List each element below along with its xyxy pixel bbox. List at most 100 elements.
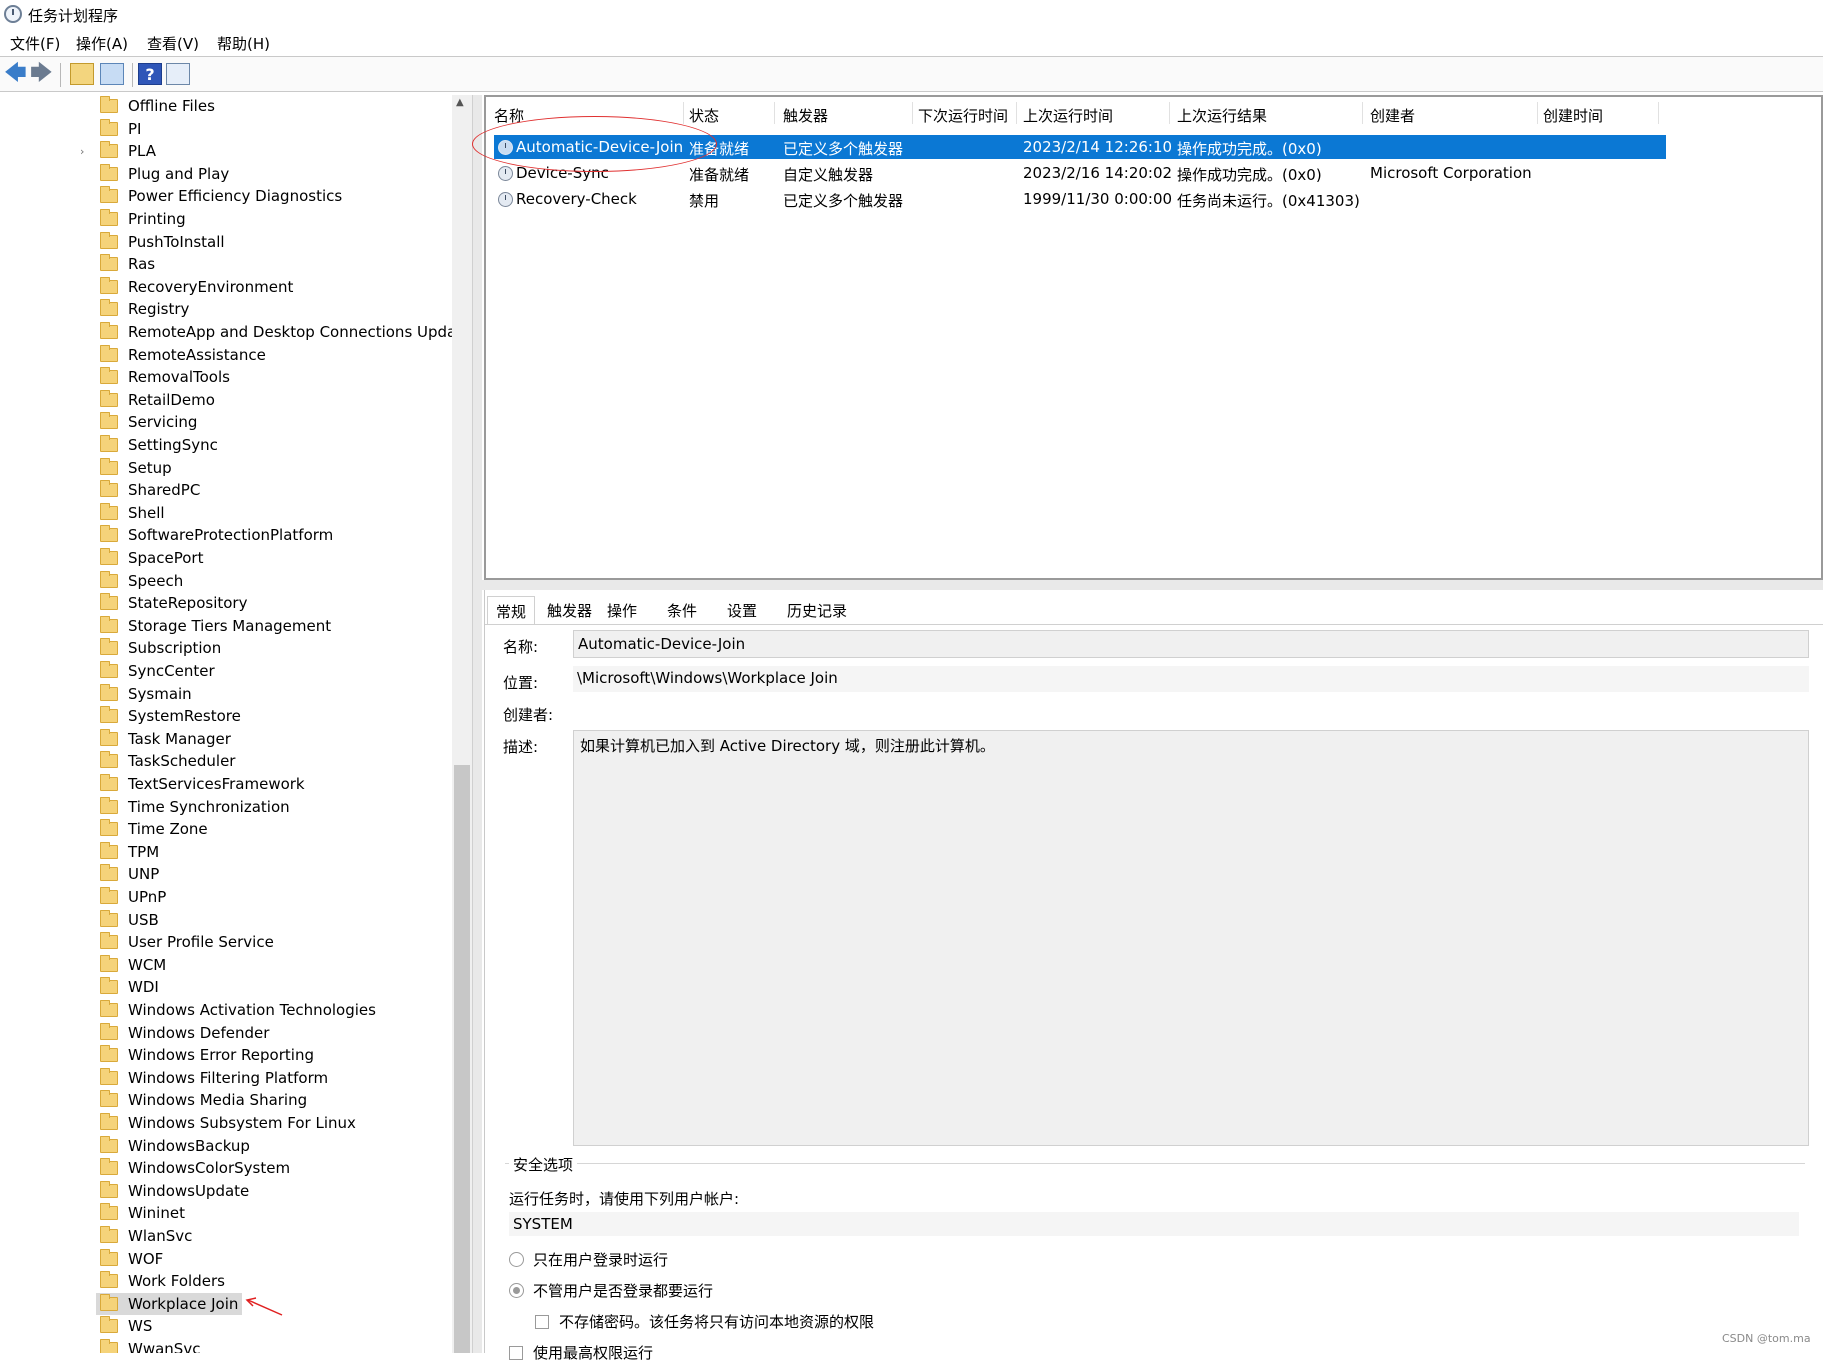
column-divider[interactable] — [1362, 102, 1363, 124]
column-status[interactable]: 状态 — [689, 105, 719, 126]
tree-folder-item[interactable]: UNP — [96, 863, 163, 885]
back-arrow-icon[interactable]: 🡄 — [4, 63, 28, 85]
tree-folder-item[interactable]: WOF — [96, 1248, 167, 1270]
column-divider[interactable] — [1537, 102, 1538, 124]
tree-folder-item[interactable]: Shell — [96, 502, 169, 524]
tree-folder-item[interactable]: USB — [96, 909, 163, 931]
show-hide-console-tree-icon[interactable] — [100, 63, 124, 85]
tree-folder-item[interactable]: Setup — [96, 457, 176, 479]
tree-folder-item[interactable]: SharedPC — [96, 479, 204, 501]
tree-folder-item[interactable]: RemoteApp and Desktop Connections Update — [96, 321, 472, 343]
task-row[interactable]: Recovery-Check 禁用 已定义多个触发器 1999/11/30 0:… — [494, 187, 1823, 211]
tree-folder-item[interactable]: SoftwareProtectionPlatform — [96, 524, 337, 546]
column-last-run[interactable]: 上次运行时间 — [1023, 105, 1113, 126]
description-field[interactable]: 如果计算机已加入到 Active Directory 域，则注册此计算机。 — [573, 730, 1809, 1146]
tree-folder-item[interactable]: Time Synchronization — [96, 796, 294, 818]
tree-folder-item[interactable]: PI — [96, 118, 145, 140]
tree-folder-item[interactable]: RetailDemo — [96, 389, 219, 411]
scroll-up-icon[interactable]: ▲ — [456, 97, 464, 108]
action-pane-icon[interactable] — [166, 63, 190, 85]
tree-folder-item[interactable]: TextServicesFramework — [96, 773, 309, 795]
tree-folder-item[interactable]: Plug and Play — [96, 163, 233, 185]
tree-folder-item[interactable]: PushToInstall — [96, 231, 229, 253]
tree-folder-item[interactable]: Windows Error Reporting — [96, 1044, 318, 1066]
forward-arrow-icon[interactable]: 🡆 — [30, 63, 54, 85]
tree-folder-item[interactable]: Work Folders — [96, 1270, 229, 1292]
tree-folder-item[interactable]: WS — [96, 1315, 156, 1337]
tree-scrollbar[interactable]: ▲ — [452, 95, 472, 1353]
column-divider[interactable] — [774, 102, 775, 124]
tree-folder-item[interactable]: RemovalTools — [96, 366, 234, 388]
column-divider[interactable] — [912, 102, 913, 124]
expand-chevron-icon[interactable]: › — [80, 145, 84, 158]
tree-folder-item[interactable]: WindowsBackup — [96, 1135, 254, 1157]
tree-folder-item[interactable]: User Profile Service — [96, 931, 278, 953]
tree-folder-item[interactable]: SettingSync — [96, 434, 222, 456]
column-created[interactable]: 创建时间 — [1543, 105, 1603, 126]
menu-action[interactable]: 操作(A) — [76, 33, 128, 54]
tree-folder-item[interactable]: UPnP — [96, 886, 170, 908]
radio-run-only-logged-on[interactable] — [509, 1252, 524, 1267]
tree-folder-item[interactable]: Windows Activation Technologies — [96, 999, 380, 1021]
tree-folder-item[interactable]: Windows Filtering Platform — [96, 1067, 332, 1089]
tree-folder-item[interactable]: WwanSvc — [96, 1338, 204, 1353]
tree-folder-item[interactable]: Wininet — [96, 1202, 189, 1224]
tab-actions[interactable]: 操作 — [599, 596, 645, 624]
tree-folder-item[interactable]: Servicing — [96, 411, 201, 433]
checkbox-no-store-password[interactable] — [535, 1315, 549, 1329]
help-icon[interactable]: ? — [138, 63, 162, 85]
tab-general[interactable]: 常规 — [487, 596, 536, 624]
column-author[interactable]: 创建者 — [1370, 105, 1415, 126]
tree-folder-item[interactable]: StateRepository — [96, 592, 251, 614]
tree-folder-item[interactable]: Workplace Join — [96, 1292, 243, 1315]
tree-folder-item[interactable]: RemoteAssistance — [96, 344, 270, 366]
tree-folder-item[interactable]: Sysmain — [96, 683, 196, 705]
tree-folder-item[interactable]: Windows Subsystem For Linux — [96, 1112, 360, 1134]
tab-conditions[interactable]: 条件 — [659, 596, 705, 624]
tree-folder-item[interactable]: Windows Media Sharing — [96, 1089, 311, 1111]
tree-folder-item[interactable]: Registry — [96, 298, 193, 320]
tree-folder-item[interactable]: Time Zone — [96, 818, 212, 840]
tree-folder-item[interactable]: WindowsColorSystem — [96, 1157, 294, 1179]
tree-folder-item[interactable]: RecoveryEnvironment — [96, 276, 297, 298]
column-divider[interactable] — [1016, 102, 1017, 124]
tree-folder-item[interactable]: SystemRestore — [96, 705, 245, 727]
tree-folder-item[interactable]: WDI — [96, 976, 163, 998]
column-trigger[interactable]: 触发器 — [783, 105, 828, 126]
tab-triggers[interactable]: 触发器 — [539, 596, 600, 624]
tree-folder-item[interactable]: TaskScheduler — [96, 750, 239, 772]
tree-folder-item[interactable]: TPM — [96, 841, 163, 863]
tree-folder-item[interactable]: WlanSvc — [96, 1225, 196, 1247]
run-whether-logged-on-label[interactable]: 不管用户是否登录都要运行 — [533, 1280, 713, 1301]
vertical-splitter[interactable] — [472, 95, 482, 1353]
checkbox-highest-privileges[interactable] — [509, 1346, 523, 1360]
menu-help[interactable]: 帮助(H) — [217, 33, 270, 54]
no-store-password-label[interactable]: 不存储密码。该任务将只有访问本地资源的权限 — [559, 1311, 874, 1332]
tree-folder-item[interactable]: Ras — [96, 253, 159, 275]
tree-folder-item[interactable]: Printing — [96, 208, 190, 230]
folder-up-icon[interactable] — [70, 63, 94, 85]
horizontal-splitter[interactable] — [482, 580, 1823, 590]
task-row[interactable]: Device-Sync 准备就绪 自定义触发器 2023/2/16 14:20:… — [494, 161, 1823, 185]
tree-folder-item[interactable]: Storage Tiers Management — [96, 615, 335, 637]
tree-folder-item[interactable]: Speech — [96, 570, 187, 592]
tree-folder-item[interactable]: Power Efficiency Diagnostics — [96, 185, 346, 207]
tree-folder-item[interactable]: Task Manager — [96, 728, 235, 750]
column-divider[interactable] — [1169, 102, 1170, 124]
tree-folder-item[interactable]: SyncCenter — [96, 660, 219, 682]
tree-folder-item[interactable]: SpacePort — [96, 547, 207, 569]
column-divider[interactable] — [683, 102, 684, 124]
name-field[interactable]: Automatic-Device-Join — [573, 630, 1809, 658]
scroll-thumb[interactable] — [454, 765, 470, 1353]
tree-folder-item[interactable]: WindowsUpdate — [96, 1180, 253, 1202]
column-last-result[interactable]: 上次运行结果 — [1177, 105, 1267, 126]
tab-settings[interactable]: 设置 — [719, 596, 765, 624]
tree-folder-item[interactable]: Windows Defender — [96, 1022, 273, 1044]
run-only-logged-on-label[interactable]: 只在用户登录时运行 — [533, 1249, 668, 1270]
tab-history[interactable]: 历史记录 — [779, 596, 855, 624]
tree-folder-item[interactable]: WCM — [96, 954, 170, 976]
menu-file[interactable]: 文件(F) — [10, 33, 60, 54]
column-divider[interactable] — [1658, 102, 1659, 124]
tree-folder-item[interactable]: Subscription — [96, 637, 225, 659]
radio-run-whether-logged-on[interactable] — [509, 1283, 524, 1298]
